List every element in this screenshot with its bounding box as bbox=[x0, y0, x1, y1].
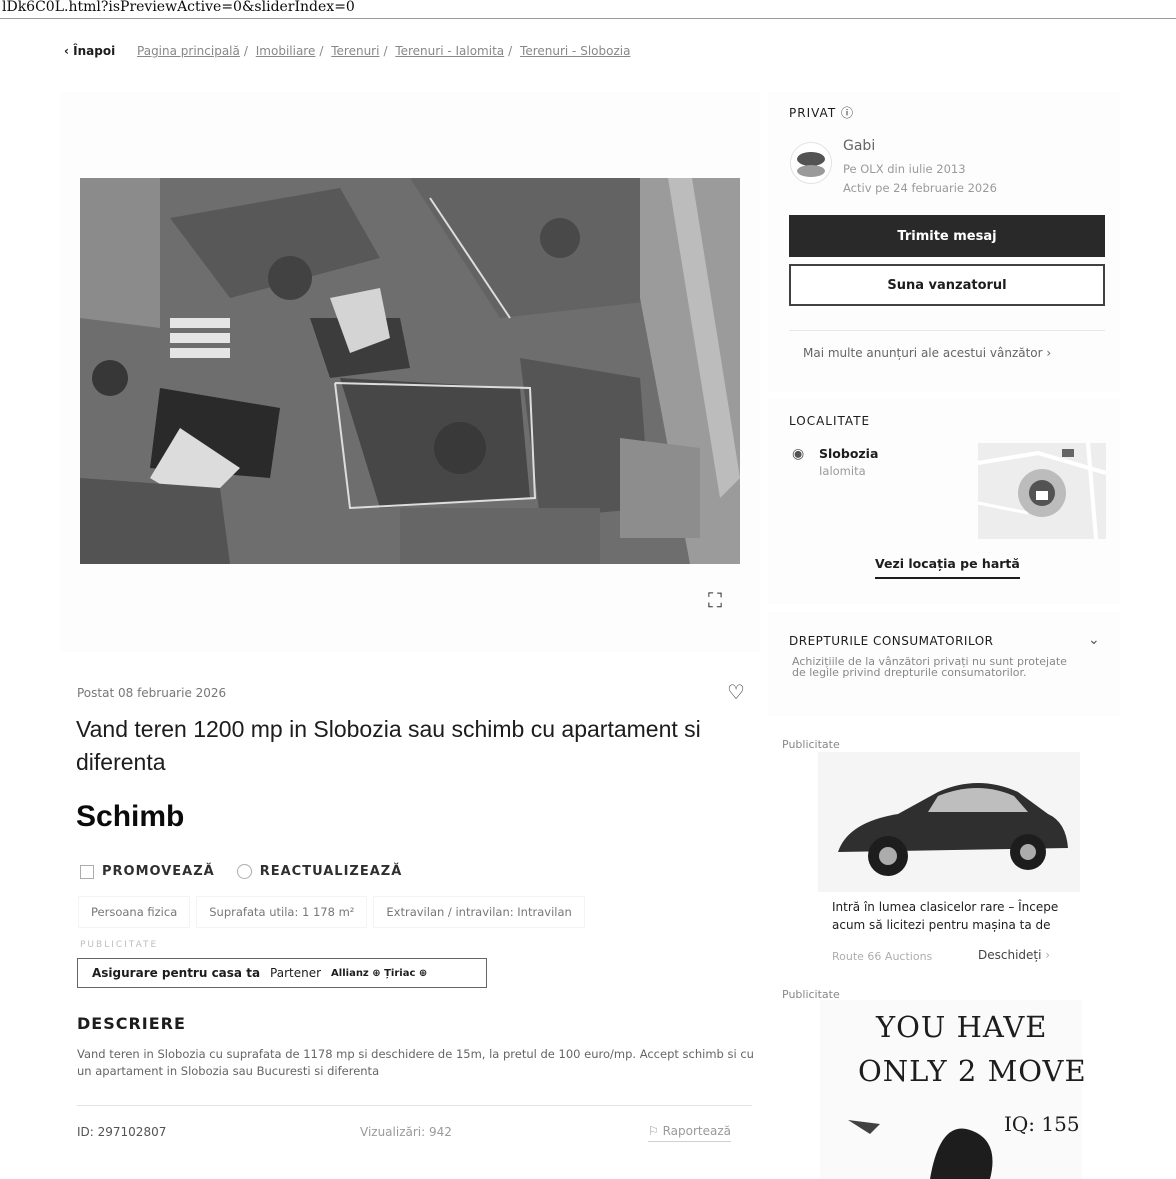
description-text: Vand teren in Slobozia cu suprafata de 1… bbox=[77, 1047, 754, 1078]
checkbox-icon bbox=[80, 864, 94, 879]
location-pin-icon: ◉ bbox=[792, 446, 805, 462]
ad-label: Publicitate bbox=[782, 738, 840, 751]
breadcrumb: ‹ Înapoi Pagina principală / Imobiliare / … bbox=[64, 44, 631, 58]
location-county: Ialomita bbox=[819, 464, 866, 478]
chevron-right-icon: › bbox=[1046, 346, 1052, 360]
game-ad-line-2: ONLY 2 MOVE bbox=[858, 1054, 1087, 1088]
send-message-button[interactable]: Trimite mesaj bbox=[789, 215, 1105, 257]
aerial-photo-image bbox=[80, 178, 740, 564]
promote-button[interactable]: PROMOVEAZĂ bbox=[80, 864, 215, 879]
insurance-brand: Allianz ⊕ Țiriac ⊕ bbox=[331, 967, 428, 979]
view-on-map-link[interactable]: Vezi locația pe hartă bbox=[875, 556, 1020, 579]
promote-label: PROMOVEAZĂ bbox=[102, 864, 215, 879]
location-city: Slobozia bbox=[819, 446, 879, 461]
tag-seller-type: Persoana fizica bbox=[78, 896, 191, 928]
call-seller-button[interactable]: Suna vanzatorul bbox=[789, 264, 1105, 306]
breadcrumb-item-land-slobozia[interactable]: Terenuri - Slobozia bbox=[520, 44, 630, 58]
ad-label: PUBLICITATE bbox=[80, 940, 159, 950]
breadcrumb-item-real-estate[interactable]: Imobiliare bbox=[256, 44, 316, 58]
tag-area: Suprafata utila: 1 178 m² bbox=[196, 896, 368, 928]
seller-type: PRIVAT ⓘ bbox=[789, 106, 855, 120]
seller-since: Pe OLX din iulie 2013 bbox=[843, 162, 966, 176]
chevron-down-icon[interactable]: ⌄ bbox=[1088, 632, 1100, 648]
refresh-button[interactable]: REACTUALIZEAZĂ bbox=[236, 864, 403, 879]
back-label: Înapoi bbox=[73, 44, 116, 58]
location-heading: LOCALITATE bbox=[789, 414, 871, 428]
refresh-icon bbox=[236, 864, 252, 879]
insurance-text: Asigurare pentru casa ta bbox=[92, 966, 261, 980]
seller-active: Activ pe 24 februarie 2026 bbox=[843, 181, 997, 195]
info-icon[interactable]: ⓘ bbox=[841, 106, 854, 120]
back-link[interactable]: ‹ Înapoi bbox=[64, 44, 115, 58]
breadcrumb-item-home[interactable]: Pagina principală bbox=[137, 44, 240, 58]
car-ad-source: Route 66 Auctions bbox=[832, 950, 933, 963]
car-ad-text: Intră în lumea clasicelor rare – Începe … bbox=[832, 900, 1059, 932]
breadcrumb-item-land[interactable]: Terenuri bbox=[331, 44, 379, 58]
game-ad-line-1: YOU HAVE bbox=[876, 1010, 1048, 1044]
game-ad-iq: IQ: 155 bbox=[1004, 1112, 1080, 1136]
classic-car-image bbox=[818, 752, 1080, 892]
insurance-ad-banner[interactable]: Asigurare pentru casa ta Partener Allian… bbox=[77, 958, 487, 988]
fullscreen-icon[interactable]: ⛶ bbox=[708, 588, 722, 612]
flag-icon: ⚐ bbox=[648, 1124, 663, 1138]
car-ad-image bbox=[818, 752, 1080, 892]
insurance-partner: Partener bbox=[270, 966, 322, 980]
report-link[interactable]: ⚐ Raportează bbox=[648, 1124, 731, 1142]
divider bbox=[789, 330, 1105, 331]
divider bbox=[77, 1105, 752, 1106]
tag-zoning: Extravilan / intravilan: Intravilan bbox=[373, 896, 585, 928]
chevron-right-icon: › bbox=[1045, 948, 1051, 962]
description-heading: DESCRIERE bbox=[77, 1014, 186, 1033]
breadcrumb-item-land-ialomita[interactable]: Terenuri - Ialomita bbox=[395, 44, 504, 58]
map-thumbnail[interactable] bbox=[978, 443, 1106, 539]
browser-url-text: lDk6C0L.html?isPreviewActive=0&sliderInd… bbox=[0, 0, 1176, 19]
map-image bbox=[978, 443, 1106, 539]
seller-name: Gabi bbox=[843, 138, 876, 154]
seller-details: Pe OLX din iulie 2013 Activ pe 24 februa… bbox=[843, 160, 997, 198]
favorite-heart-icon[interactable]: ♡ bbox=[727, 680, 745, 704]
refresh-label: REACTUALIZEAZĂ bbox=[259, 864, 403, 879]
promo-actions: PROMOVEAZĂ REACTUALIZEAZĂ bbox=[80, 864, 402, 879]
listing-price: Schimb bbox=[76, 800, 185, 833]
listing-photo[interactable] bbox=[80, 178, 740, 564]
consumer-rights-heading: DREPTURILE CONSUMATORILOR bbox=[789, 634, 994, 648]
consumer-rights-text: Achizițiile de la vânzători privați nu s… bbox=[792, 655, 1067, 679]
view-count: Vizualizări: 942 bbox=[360, 1125, 452, 1139]
open-ad-button[interactable]: Deschideți › bbox=[978, 948, 1050, 962]
avatar bbox=[790, 142, 832, 184]
listing-title: Vand teren 1200 mp in Slobozia sau schim… bbox=[76, 716, 701, 775]
more-seller-ads-link[interactable]: Mai multe anunțuri ale acestui vânzător … bbox=[803, 346, 1051, 360]
avatar-icon bbox=[797, 152, 825, 177]
listing-tags: Persoana fizica Suprafata utila: 1 178 m… bbox=[78, 896, 585, 928]
report-label: Raportează bbox=[662, 1124, 731, 1138]
posted-date: Postat 08 februarie 2026 bbox=[77, 686, 227, 700]
listing-id: ID: 297102807 bbox=[77, 1125, 167, 1139]
